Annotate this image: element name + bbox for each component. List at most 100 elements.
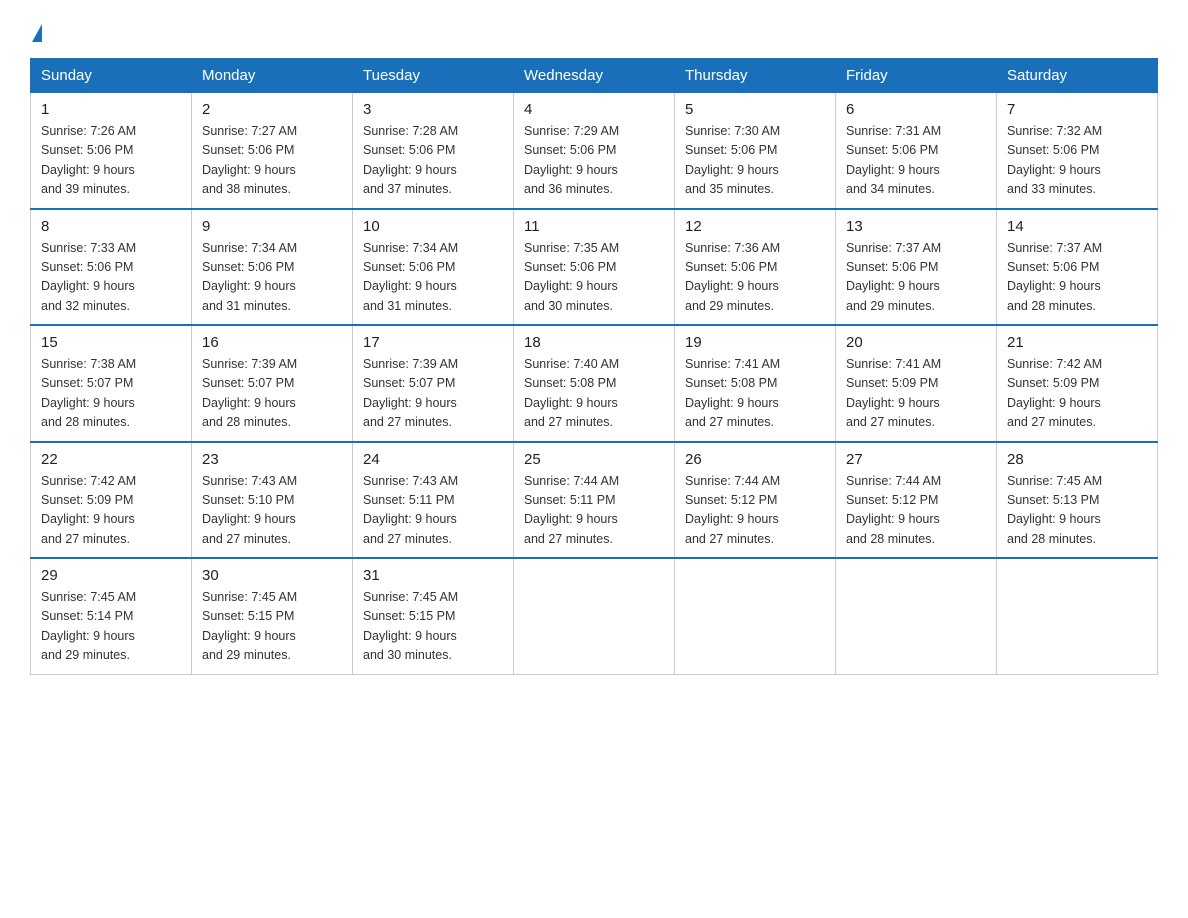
calendar-cell: 13 Sunrise: 7:37 AMSunset: 5:06 PMDaylig…: [836, 209, 997, 326]
day-info: Sunrise: 7:37 AMSunset: 5:06 PMDaylight:…: [1007, 239, 1147, 317]
calendar-cell: 27 Sunrise: 7:44 AMSunset: 5:12 PMDaylig…: [836, 442, 997, 559]
weekday-header-friday: Friday: [836, 59, 997, 93]
weekday-header-thursday: Thursday: [675, 59, 836, 93]
day-info: Sunrise: 7:39 AMSunset: 5:07 PMDaylight:…: [363, 355, 503, 433]
day-info: Sunrise: 7:41 AMSunset: 5:08 PMDaylight:…: [685, 355, 825, 433]
calendar-cell: 14 Sunrise: 7:37 AMSunset: 5:06 PMDaylig…: [997, 209, 1158, 326]
day-info: Sunrise: 7:42 AMSunset: 5:09 PMDaylight:…: [1007, 355, 1147, 433]
calendar-cell: [675, 558, 836, 674]
calendar-cell: 6 Sunrise: 7:31 AMSunset: 5:06 PMDayligh…: [836, 93, 997, 209]
calendar-body: 1 Sunrise: 7:26 AMSunset: 5:06 PMDayligh…: [31, 93, 1158, 675]
weekday-header-row: SundayMondayTuesdayWednesdayThursdayFrid…: [31, 59, 1158, 93]
calendar-cell: 5 Sunrise: 7:30 AMSunset: 5:06 PMDayligh…: [675, 93, 836, 209]
calendar-cell: 22 Sunrise: 7:42 AMSunset: 5:09 PMDaylig…: [31, 442, 192, 559]
day-info: Sunrise: 7:44 AMSunset: 5:11 PMDaylight:…: [524, 472, 664, 550]
weekday-header-monday: Monday: [192, 59, 353, 93]
week-row-3: 15 Sunrise: 7:38 AMSunset: 5:07 PMDaylig…: [31, 325, 1158, 442]
day-info: Sunrise: 7:34 AMSunset: 5:06 PMDaylight:…: [202, 239, 342, 317]
calendar-cell: 4 Sunrise: 7:29 AMSunset: 5:06 PMDayligh…: [514, 93, 675, 209]
calendar-cell: 21 Sunrise: 7:42 AMSunset: 5:09 PMDaylig…: [997, 325, 1158, 442]
day-number: 25: [524, 451, 664, 468]
calendar-header: SundayMondayTuesdayWednesdayThursdayFrid…: [31, 59, 1158, 93]
day-number: 23: [202, 451, 342, 468]
calendar-cell: 19 Sunrise: 7:41 AMSunset: 5:08 PMDaylig…: [675, 325, 836, 442]
day-info: Sunrise: 7:40 AMSunset: 5:08 PMDaylight:…: [524, 355, 664, 433]
day-number: 20: [846, 334, 986, 351]
calendar-cell: 7 Sunrise: 7:32 AMSunset: 5:06 PMDayligh…: [997, 93, 1158, 209]
calendar-cell: 30 Sunrise: 7:45 AMSunset: 5:15 PMDaylig…: [192, 558, 353, 674]
day-info: Sunrise: 7:31 AMSunset: 5:06 PMDaylight:…: [846, 122, 986, 200]
calendar-cell: 20 Sunrise: 7:41 AMSunset: 5:09 PMDaylig…: [836, 325, 997, 442]
calendar-cell: 15 Sunrise: 7:38 AMSunset: 5:07 PMDaylig…: [31, 325, 192, 442]
day-info: Sunrise: 7:45 AMSunset: 5:14 PMDaylight:…: [41, 588, 181, 666]
day-number: 2: [202, 101, 342, 118]
calendar-cell: [836, 558, 997, 674]
calendar-cell: 18 Sunrise: 7:40 AMSunset: 5:08 PMDaylig…: [514, 325, 675, 442]
day-info: Sunrise: 7:29 AMSunset: 5:06 PMDaylight:…: [524, 122, 664, 200]
day-number: 13: [846, 218, 986, 235]
day-info: Sunrise: 7:37 AMSunset: 5:06 PMDaylight:…: [846, 239, 986, 317]
day-number: 5: [685, 101, 825, 118]
day-number: 4: [524, 101, 664, 118]
calendar-cell: 10 Sunrise: 7:34 AMSunset: 5:06 PMDaylig…: [353, 209, 514, 326]
day-number: 26: [685, 451, 825, 468]
weekday-header-wednesday: Wednesday: [514, 59, 675, 93]
day-info: Sunrise: 7:32 AMSunset: 5:06 PMDaylight:…: [1007, 122, 1147, 200]
week-row-4: 22 Sunrise: 7:42 AMSunset: 5:09 PMDaylig…: [31, 442, 1158, 559]
page-header: [30, 20, 1158, 40]
week-row-1: 1 Sunrise: 7:26 AMSunset: 5:06 PMDayligh…: [31, 93, 1158, 209]
logo-top: [30, 20, 42, 42]
calendar-cell: 26 Sunrise: 7:44 AMSunset: 5:12 PMDaylig…: [675, 442, 836, 559]
calendar-cell: 29 Sunrise: 7:45 AMSunset: 5:14 PMDaylig…: [31, 558, 192, 674]
calendar-cell: [514, 558, 675, 674]
logo-triangle-icon: [32, 24, 42, 42]
calendar-cell: 25 Sunrise: 7:44 AMSunset: 5:11 PMDaylig…: [514, 442, 675, 559]
day-number: 27: [846, 451, 986, 468]
day-info: Sunrise: 7:43 AMSunset: 5:10 PMDaylight:…: [202, 472, 342, 550]
calendar-cell: 1 Sunrise: 7:26 AMSunset: 5:06 PMDayligh…: [31, 93, 192, 209]
day-number: 10: [363, 218, 503, 235]
day-info: Sunrise: 7:45 AMSunset: 5:15 PMDaylight:…: [363, 588, 503, 666]
day-info: Sunrise: 7:43 AMSunset: 5:11 PMDaylight:…: [363, 472, 503, 550]
day-info: Sunrise: 7:41 AMSunset: 5:09 PMDaylight:…: [846, 355, 986, 433]
day-info: Sunrise: 7:28 AMSunset: 5:06 PMDaylight:…: [363, 122, 503, 200]
day-info: Sunrise: 7:34 AMSunset: 5:06 PMDaylight:…: [363, 239, 503, 317]
day-info: Sunrise: 7:42 AMSunset: 5:09 PMDaylight:…: [41, 472, 181, 550]
calendar-cell: 3 Sunrise: 7:28 AMSunset: 5:06 PMDayligh…: [353, 93, 514, 209]
weekday-header-tuesday: Tuesday: [353, 59, 514, 93]
day-number: 17: [363, 334, 503, 351]
calendar-cell: 8 Sunrise: 7:33 AMSunset: 5:06 PMDayligh…: [31, 209, 192, 326]
day-info: Sunrise: 7:45 AMSunset: 5:15 PMDaylight:…: [202, 588, 342, 666]
day-info: Sunrise: 7:44 AMSunset: 5:12 PMDaylight:…: [685, 472, 825, 550]
day-info: Sunrise: 7:38 AMSunset: 5:07 PMDaylight:…: [41, 355, 181, 433]
calendar-cell: 23 Sunrise: 7:43 AMSunset: 5:10 PMDaylig…: [192, 442, 353, 559]
calendar-cell: [997, 558, 1158, 674]
calendar-cell: 16 Sunrise: 7:39 AMSunset: 5:07 PMDaylig…: [192, 325, 353, 442]
calendar-cell: 2 Sunrise: 7:27 AMSunset: 5:06 PMDayligh…: [192, 93, 353, 209]
day-number: 8: [41, 218, 181, 235]
day-number: 9: [202, 218, 342, 235]
day-number: 22: [41, 451, 181, 468]
day-number: 31: [363, 567, 503, 584]
logo: [30, 20, 42, 40]
day-number: 6: [846, 101, 986, 118]
day-number: 19: [685, 334, 825, 351]
day-info: Sunrise: 7:33 AMSunset: 5:06 PMDaylight:…: [41, 239, 181, 317]
day-info: Sunrise: 7:27 AMSunset: 5:06 PMDaylight:…: [202, 122, 342, 200]
day-info: Sunrise: 7:26 AMSunset: 5:06 PMDaylight:…: [41, 122, 181, 200]
day-number: 3: [363, 101, 503, 118]
day-number: 7: [1007, 101, 1147, 118]
calendar-cell: 12 Sunrise: 7:36 AMSunset: 5:06 PMDaylig…: [675, 209, 836, 326]
day-number: 16: [202, 334, 342, 351]
day-number: 11: [524, 218, 664, 235]
week-row-5: 29 Sunrise: 7:45 AMSunset: 5:14 PMDaylig…: [31, 558, 1158, 674]
calendar-cell: 28 Sunrise: 7:45 AMSunset: 5:13 PMDaylig…: [997, 442, 1158, 559]
calendar-cell: 24 Sunrise: 7:43 AMSunset: 5:11 PMDaylig…: [353, 442, 514, 559]
day-number: 24: [363, 451, 503, 468]
day-number: 29: [41, 567, 181, 584]
day-number: 21: [1007, 334, 1147, 351]
day-number: 18: [524, 334, 664, 351]
day-info: Sunrise: 7:39 AMSunset: 5:07 PMDaylight:…: [202, 355, 342, 433]
day-number: 28: [1007, 451, 1147, 468]
calendar-cell: 9 Sunrise: 7:34 AMSunset: 5:06 PMDayligh…: [192, 209, 353, 326]
